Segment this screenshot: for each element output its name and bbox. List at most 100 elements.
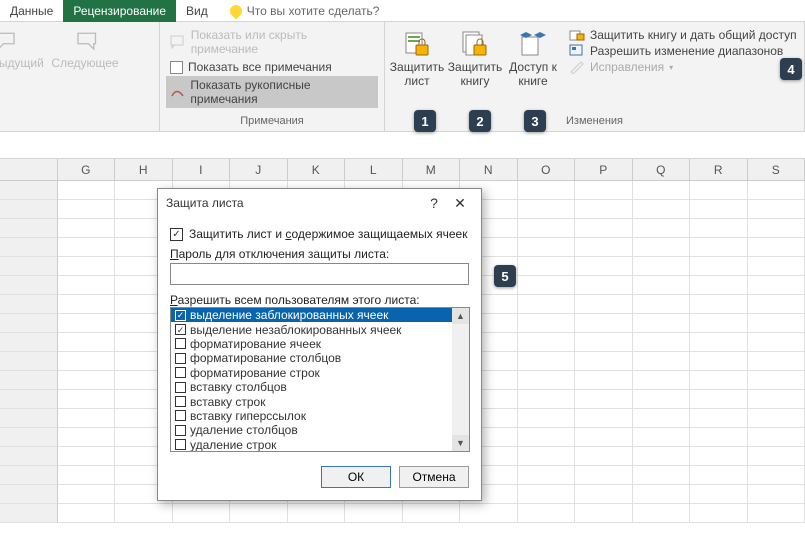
list-item[interactable]: форматирование ячеек — [171, 337, 452, 351]
cell[interactable] — [575, 295, 633, 314]
cell[interactable] — [58, 181, 116, 200]
protect-workbook-button[interactable]: Защитить книгу — [449, 26, 501, 89]
cell[interactable] — [0, 485, 58, 504]
cell[interactable] — [633, 219, 691, 238]
cell[interactable] — [58, 333, 116, 352]
share-workbook-button[interactable]: Доступ к книге — [507, 26, 559, 89]
cell[interactable] — [575, 447, 633, 466]
cell[interactable] — [58, 485, 116, 504]
cell[interactable] — [518, 219, 576, 238]
cell[interactable] — [690, 485, 748, 504]
cell[interactable] — [633, 466, 691, 485]
list-item[interactable]: удаление строк — [171, 438, 452, 452]
cell[interactable] — [690, 314, 748, 333]
cell[interactable] — [288, 504, 346, 523]
cell[interactable] — [690, 276, 748, 295]
cell[interactable] — [690, 219, 748, 238]
cell[interactable] — [58, 295, 116, 314]
cell[interactable] — [690, 333, 748, 352]
cell[interactable] — [575, 238, 633, 257]
tab-review[interactable]: Рецензирование — [63, 0, 176, 22]
cell[interactable] — [748, 466, 805, 485]
password-input[interactable] — [170, 263, 469, 285]
cell[interactable] — [748, 295, 805, 314]
list-item[interactable]: ✓выделение заблокированных ячеек — [171, 308, 452, 322]
column-header[interactable]: H — [115, 159, 173, 180]
cell[interactable] — [518, 276, 576, 295]
cell[interactable] — [690, 371, 748, 390]
cell[interactable] — [0, 181, 58, 200]
cell[interactable] — [0, 333, 58, 352]
help-button[interactable]: ? — [421, 195, 447, 211]
cell[interactable] — [748, 257, 805, 276]
cell[interactable] — [460, 504, 518, 523]
list-item[interactable]: вставку строк — [171, 394, 452, 408]
cell[interactable] — [575, 466, 633, 485]
cell[interactable] — [518, 485, 576, 504]
close-button[interactable]: ✕ — [447, 195, 473, 212]
cell[interactable] — [58, 314, 116, 333]
protect-checkbox-row[interactable]: ✓ Защитить лист и содержимое защищаемых … — [170, 227, 469, 241]
cell[interactable] — [748, 352, 805, 371]
column-header[interactable]: N — [460, 159, 518, 180]
cell[interactable] — [518, 409, 576, 428]
cell[interactable] — [575, 276, 633, 295]
cell[interactable] — [633, 352, 691, 371]
column-header[interactable]: P — [575, 159, 633, 180]
previous-comment-button[interactable]: Предыдущий — [0, 30, 42, 70]
cell[interactable] — [748, 314, 805, 333]
cell[interactable] — [575, 390, 633, 409]
column-header[interactable]: I — [173, 159, 231, 180]
cell[interactable] — [345, 504, 403, 523]
cell[interactable] — [748, 447, 805, 466]
cell[interactable] — [518, 447, 576, 466]
cell[interactable] — [633, 447, 691, 466]
cell[interactable] — [173, 504, 231, 523]
cell[interactable] — [748, 485, 805, 504]
cell[interactable] — [575, 181, 633, 200]
cell[interactable] — [575, 504, 633, 523]
cell[interactable] — [633, 181, 691, 200]
cell[interactable] — [690, 409, 748, 428]
cell[interactable] — [748, 504, 805, 523]
cell[interactable] — [0, 390, 58, 409]
cell[interactable] — [690, 257, 748, 276]
cell[interactable] — [748, 428, 805, 447]
tab-view[interactable]: Вид — [176, 0, 218, 22]
cell[interactable] — [58, 200, 116, 219]
cell[interactable] — [0, 428, 58, 447]
list-item[interactable]: форматирование столбцов — [171, 351, 452, 365]
list-item[interactable]: вставку столбцов — [171, 380, 452, 394]
cell[interactable] — [230, 504, 288, 523]
cell[interactable] — [0, 219, 58, 238]
cell[interactable] — [690, 352, 748, 371]
cell[interactable] — [575, 314, 633, 333]
column-header[interactable]: O — [518, 159, 576, 180]
cell[interactable] — [58, 390, 116, 409]
protect-sheet-button[interactable]: Защитить лист — [391, 26, 443, 89]
tell-me[interactable]: Что вы хотите сделать? — [230, 4, 380, 18]
scroll-down-icon[interactable]: ▼ — [452, 435, 469, 451]
cell[interactable] — [0, 238, 58, 257]
cell[interactable] — [748, 390, 805, 409]
cell[interactable] — [58, 466, 116, 485]
cell[interactable] — [518, 238, 576, 257]
cell[interactable] — [0, 295, 58, 314]
permissions-listbox[interactable]: ✓выделение заблокированных ячеек✓выделен… — [170, 307, 470, 452]
tab-data[interactable]: Данные — [0, 0, 63, 22]
cell[interactable] — [115, 504, 173, 523]
cell[interactable] — [575, 333, 633, 352]
scrollbar[interactable]: ▲ ▼ — [452, 308, 469, 451]
column-header[interactable]: G — [58, 159, 116, 180]
scroll-track[interactable] — [452, 324, 469, 435]
column-header[interactable]: S — [748, 159, 805, 180]
track-changes-button[interactable]: Исправления ▾ — [569, 60, 797, 74]
cell[interactable] — [518, 295, 576, 314]
scroll-up-icon[interactable]: ▲ — [452, 308, 469, 324]
cell[interactable] — [690, 466, 748, 485]
cell[interactable] — [575, 219, 633, 238]
cell[interactable] — [633, 390, 691, 409]
cell[interactable] — [690, 238, 748, 257]
cell[interactable] — [748, 219, 805, 238]
cell[interactable] — [518, 466, 576, 485]
